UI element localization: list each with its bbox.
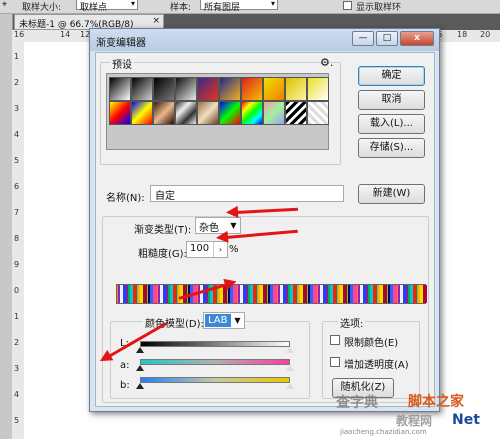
watermark-brand-net: Net [452,412,480,428]
restore-button[interactable]: □ [376,31,398,46]
add-transparency-label: 增加透明度(A) [344,360,409,371]
ruler-tick: 7 [14,208,20,217]
channel-b-slider[interactable] [140,377,290,383]
roughness-unit: % [229,244,239,255]
options-label: 选项: [338,315,366,330]
gradient-preset-swatch[interactable] [153,77,175,101]
roughness-value: 100 [190,243,210,254]
slider-thumb[interactable] [136,383,144,389]
channel-a-slider[interactable] [140,359,290,365]
dialog-body: 预设 ⚙. 确定 取消 载入(L)... 存储(S)... 名称(N): 自定 … [95,52,435,407]
ruler-tick: 4 [14,390,20,399]
slider-thumb[interactable] [286,365,294,371]
watermark-text: 查字典 [336,395,378,411]
ruler-tick: 16 [14,30,25,39]
name-label: 名称(N): [106,193,145,204]
gradient-preset-swatch[interactable] [241,101,263,125]
ruler-tick: 0 [14,286,20,295]
ruler-tick: 1 [14,312,20,321]
gradient-type-label: 渐变类型(T): [134,225,192,236]
gradient-preset-swatch[interactable] [109,101,131,125]
sample-size-label: 取样大小: [22,3,62,13]
channel-l-slider[interactable] [140,341,290,347]
ruler-tick: 14 [60,30,71,39]
gradient-preset-swatch[interactable] [307,77,329,101]
chevron-right-icon[interactable]: › [213,242,227,257]
slider-thumb[interactable] [136,365,144,371]
ruler-tick: 3 [14,364,20,373]
dialog-title: 渐变编辑器 [96,38,146,49]
sample-select[interactable]: 所有图层 [200,0,278,13]
gradient-preset-swatch[interactable] [175,77,197,101]
gradient-preset-swatch[interactable] [153,101,175,125]
close-button[interactable]: x [400,31,434,46]
ruler-tick: 3 [14,104,20,113]
gradient-preset-swatch[interactable] [197,77,219,101]
ruler-tick: 9 [14,260,20,269]
gradient-preset-swatch[interactable] [263,101,285,125]
chevron-down-icon: ▼ [234,316,241,325]
close-tab-icon[interactable]: × [152,16,160,26]
tool-icon[interactable]: ⌖ [2,0,7,10]
ruler-tick: 5 [14,156,20,165]
load-button[interactable]: 载入(L)... [358,114,425,134]
ruler-tick: 18 [457,30,468,39]
gradient-preset-swatch[interactable] [307,101,329,125]
cancel-button[interactable]: 取消 [358,90,425,110]
channel-b-label: b: [120,380,130,391]
presets-label: 预设 [110,56,134,71]
noise-gradient-preview[interactable] [116,284,427,304]
add-transparency-checkbox[interactable] [330,357,340,367]
slider-thumb[interactable] [286,383,294,389]
gradient-preset-swatch[interactable] [219,77,241,101]
color-model-select[interactable]: LAB ▼ [203,312,245,329]
show-ring-checkbox[interactable] [343,1,352,10]
color-model-value: LAB [205,314,231,327]
gradient-preset-swatch[interactable] [131,77,153,101]
gradient-preset-swatch[interactable] [175,101,197,125]
gradient-preset-swatch[interactable] [109,77,131,101]
slider-thumb[interactable] [136,347,144,353]
ok-button[interactable]: 确定 [358,66,425,86]
ruler-tick: 5 [14,416,20,425]
color-model-label: 颜色模型(D): [143,315,206,330]
ruler-tick: 2 [14,338,20,347]
roughness-input[interactable]: 100 › [186,241,228,258]
ruler-tick: 1 [14,52,20,61]
watermark-text: 教程网 [396,414,433,428]
ruler-tick: 2 [14,78,20,87]
restrict-colors-label: 限制颜色(E) [344,338,399,349]
gear-icon[interactable]: ⚙. [320,56,333,69]
chevron-down-icon: ▼ [230,221,237,230]
ruler-tick: 8 [14,234,20,243]
show-ring-label: 显示取样环 [356,3,402,13]
gradient-preset-swatch[interactable] [241,77,263,101]
roughness-label: 粗糙度(G): [138,249,187,260]
ruler-tick: 6 [14,182,20,191]
watermark-brand: 脚本之家 [408,394,464,410]
options-bar: ⌖ 取样大小: 取样点 样本: 所有图层 显示取样环 [0,0,500,14]
channel-a-label: a: [120,360,130,371]
sample-label: 样本: [170,3,192,13]
gradient-preset-swatch[interactable] [131,101,153,125]
gradient-preset-swatch[interactable] [263,77,285,101]
gradient-preset-swatch[interactable] [219,101,241,125]
minimize-button[interactable]: — [352,31,374,46]
save-button[interactable]: 存储(S)... [358,138,425,158]
restrict-colors-checkbox[interactable] [330,335,340,345]
ruler-tick: 20 [480,30,491,39]
gradient-preset-swatch[interactable] [285,101,307,125]
dialog-titlebar[interactable]: 渐变编辑器 — □ x [90,29,439,51]
gradient-preset-swatch[interactable] [197,101,219,125]
slider-thumb[interactable] [286,347,294,353]
sample-size-select[interactable]: 取样点 [76,0,138,13]
ruler-tick: 4 [14,130,20,139]
gradient-preset-swatch[interactable] [285,77,307,101]
name-input[interactable]: 自定 [150,185,344,202]
gradient-editor-dialog: 渐变编辑器 — □ x 预设 ⚙. 确定 取消 载入(L)... 存储(S)..… [89,28,440,412]
watermark-url: jiaocheng.chazidian.com [340,428,427,436]
new-button[interactable]: 新建(W) [358,184,425,204]
